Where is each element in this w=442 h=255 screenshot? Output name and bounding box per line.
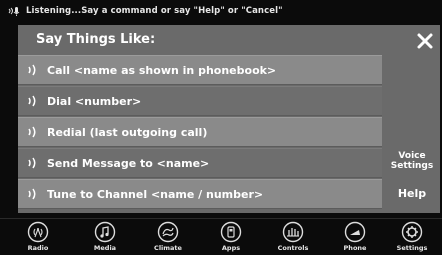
panel-title: Say Things Like: — [36, 32, 156, 47]
climate-icon — [157, 221, 179, 243]
command-label: Send Message to <name> — [47, 156, 210, 170]
nav-label: Controls — [277, 244, 309, 252]
command-label: Tune to Channel <name / number> — [47, 187, 264, 201]
status-text: Listening...Say a command or say "Help" … — [26, 6, 283, 16]
nav-label: Phone — [343, 244, 367, 252]
voice-settings-button[interactable]: Voice Settings — [384, 147, 440, 175]
nav-apps[interactable]: Apps — [203, 221, 259, 255]
apps-icon — [220, 221, 242, 243]
command-label: Dial <number> — [47, 94, 142, 108]
nav-radio[interactable]: Radio — [10, 221, 66, 255]
help-button[interactable]: Help — [384, 178, 440, 208]
command-list: Call <name as shown in phonebook> Dial <… — [18, 55, 382, 210]
help-label: Help — [397, 186, 427, 200]
command-dial[interactable]: Dial <number> — [18, 86, 382, 116]
settings-icon — [401, 221, 423, 243]
nav-controls[interactable]: Controls — [265, 221, 321, 255]
status-bar: Listening...Say a command or say "Help" … — [0, 0, 442, 22]
voice-waves-icon — [28, 126, 36, 138]
command-label: Call <name as shown in phonebook> — [47, 63, 277, 77]
voice-listening-icon — [8, 7, 20, 16]
radio-icon — [27, 221, 49, 243]
nav-label: Apps — [221, 244, 241, 252]
voice-command-panel: Say Things Like: Call <name as shown in … — [18, 25, 440, 213]
panel-header: Say Things Like: — [18, 25, 440, 55]
voice-waves-icon — [28, 157, 36, 169]
nav-label: Climate — [154, 244, 182, 252]
controls-icon — [282, 221, 304, 243]
nav-media[interactable]: Media — [77, 221, 133, 255]
command-tune-channel[interactable]: Tune to Channel <name / number> — [18, 179, 382, 209]
voice-command-screen: Listening...Say a command or say "Help" … — [0, 0, 442, 255]
nav-settings[interactable]: Settings — [384, 221, 440, 255]
nav-climate[interactable]: Climate — [140, 221, 196, 255]
voice-settings-label-line2: Settings — [390, 161, 434, 171]
nav-label: Radio — [27, 244, 49, 252]
command-label: Redial (last outgoing call) — [47, 125, 208, 139]
voice-waves-icon — [28, 95, 36, 107]
bottom-nav-bar: Radio Media Climate Apps Controls Phone … — [0, 218, 442, 255]
nav-label: Settings — [396, 244, 428, 252]
voice-waves-icon — [28, 64, 36, 76]
voice-settings-label-line1: Voice — [398, 151, 426, 161]
command-call[interactable]: Call <name as shown in phonebook> — [18, 55, 382, 85]
nav-label: Media — [93, 244, 117, 252]
command-send-message[interactable]: Send Message to <name> — [18, 148, 382, 178]
phone-icon — [344, 221, 366, 243]
nav-phone[interactable]: Phone — [327, 221, 383, 255]
close-button[interactable] — [414, 30, 436, 52]
command-redial[interactable]: Redial (last outgoing call) — [18, 117, 382, 147]
media-icon — [94, 221, 116, 243]
voice-waves-icon — [28, 188, 36, 200]
